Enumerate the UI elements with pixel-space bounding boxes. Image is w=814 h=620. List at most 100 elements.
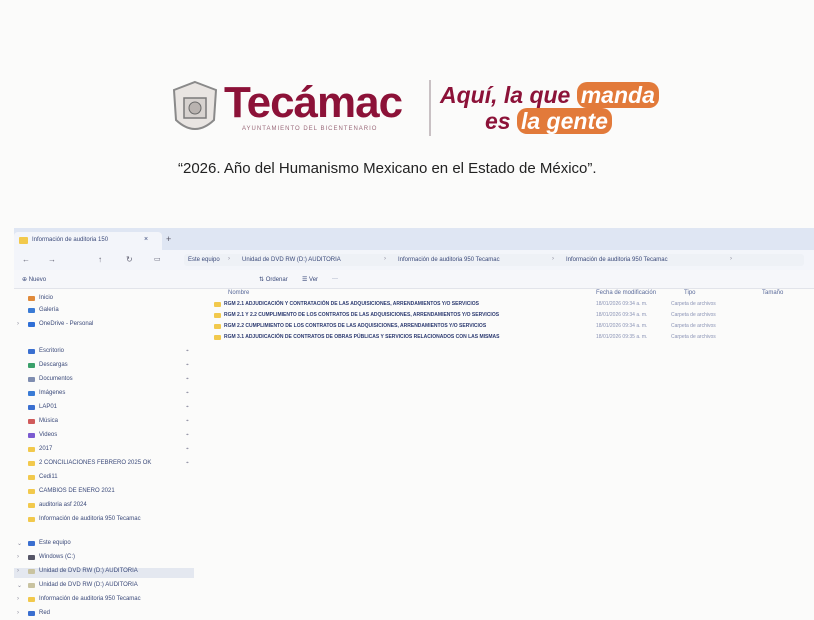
sidebar-item[interactable]: Escritorio ⌖ <box>14 348 194 358</box>
chevron-icon[interactable]: › <box>17 568 19 574</box>
sidebar-item[interactable]: 2017 ⌖ <box>14 446 194 456</box>
sidebar-item[interactable]: › Windows (C:) <box>14 554 194 564</box>
sidebar-item[interactable]: Galería <box>14 307 194 317</box>
folder-icon <box>28 569 35 574</box>
sidebar-item[interactable]: Información de auditoria 950 Tecamac <box>14 516 194 526</box>
column-header-name[interactable]: Nombre <box>228 290 249 296</box>
file-name: RGM 2.1 ADJUDICACIÓN Y CONTRATACIÓN DE L… <box>224 301 479 307</box>
folder-icon <box>214 335 221 340</box>
chevron-icon[interactable]: › <box>17 610 19 616</box>
pin-icon: ⌖ <box>186 376 189 382</box>
folder-icon <box>28 517 35 522</box>
file-name: RGM 3.1 ADJUDICACIÓN DE CONTRATOS DE OBR… <box>224 334 500 340</box>
tab-information-folder[interactable]: Información de auditoria 150 × <box>14 232 162 250</box>
sidebar-item-label: Este equipo <box>39 540 71 546</box>
sidebar-item[interactable]: › OneDrive - Personal <box>14 321 194 331</box>
folder-icon <box>214 302 221 307</box>
sidebar-item-label: OneDrive - Personal <box>39 321 94 327</box>
close-tab-button[interactable]: × <box>144 236 148 243</box>
sidebar-item[interactable]: 2 CONCILIACIONES FEBRERO 2025 OK ⌖ <box>14 460 194 470</box>
file-row[interactable]: RGM 2.2 CUMPLIMIENTO DE LOS CONTRATOS DE… <box>214 323 814 333</box>
sidebar-item[interactable]: ⌄ Este equipo <box>14 540 194 550</box>
slogan-line-2: es la gente <box>485 108 612 135</box>
pin-icon: ⌖ <box>186 362 189 368</box>
file-type: Carpeta de archivos <box>671 323 716 329</box>
title-bar: Información de auditoria 150 × + <box>14 228 814 250</box>
address-bar: ← → ↑ ↻ ▭ Este equipo › Unidad de DVD RW… <box>14 250 814 270</box>
new-tab-button[interactable]: + <box>166 234 171 244</box>
sidebar-item[interactable]: ⌄ Unidad de DVD RW (D:) AUDITORIA <box>14 582 194 592</box>
sidebar-item[interactable]: CAMBIOS DE ENERO 2021 <box>14 488 194 498</box>
sort-button[interactable]: ⇅ Ordenar <box>259 276 288 283</box>
new-button[interactable]: ⊕ Nuevo <box>22 276 46 283</box>
sidebar-item-label: Unidad de DVD RW (D:) AUDITORIA <box>39 582 138 588</box>
breadcrumb-item[interactable]: Información de auditoria 950 Tecamac <box>398 257 500 263</box>
sidebar-item[interactable]: Inicio <box>14 295 194 305</box>
sidebar-item-label: LAP01 <box>39 404 58 410</box>
file-list: Nombre Fecha de modificación Tipo Tamaño… <box>214 290 814 620</box>
sidebar-item[interactable]: Videos ⌖ <box>14 432 194 442</box>
sidebar-item[interactable]: auditoria asf 2024 <box>14 502 194 512</box>
folder-icon <box>214 313 221 318</box>
sidebar-item-label: Red <box>39 610 51 616</box>
back-button[interactable]: ← <box>22 255 30 264</box>
breadcrumb-item[interactable]: Unidad de DVD RW (D:) AUDITORIA <box>242 257 341 263</box>
navigation-pane: Inicio Galería › OneDrive - Personal Escrito… <box>14 289 194 619</box>
sidebar-item[interactable]: Música ⌖ <box>14 418 194 428</box>
file-date: 18/01/2026 09:34 a. m. <box>596 323 648 329</box>
column-header-size[interactable]: Tamaño <box>762 290 783 296</box>
up-button[interactable]: ↑ <box>98 255 102 264</box>
folder-icon <box>28 308 35 313</box>
file-row[interactable]: RGM 2.1 ADJUDICACIÓN Y CONTRATACIÓN DE L… <box>214 301 814 311</box>
chevron-right-icon: › <box>730 256 732 262</box>
sidebar-item[interactable]: Imágenes ⌖ <box>14 390 194 400</box>
slogan-line-1: Aquí, la que manda <box>440 82 659 109</box>
sidebar-item[interactable]: Descargas ⌖ <box>14 362 194 372</box>
sidebar-item-label: auditoria asf 2024 <box>39 502 87 508</box>
chevron-icon[interactable]: ⌄ <box>17 540 22 547</box>
refresh-button[interactable]: ↻ <box>126 255 133 264</box>
sidebar-item[interactable]: › Información de auditoria 950 Tecamac <box>14 596 194 606</box>
chevron-icon[interactable]: › <box>17 321 19 327</box>
folder-icon <box>214 324 221 329</box>
file-row[interactable]: RGM 2.1 Y 2.2 CUMPLIMIENTO DE LOS CONTRA… <box>214 312 814 322</box>
folder-icon <box>28 583 35 588</box>
pin-icon: ⌖ <box>186 348 189 354</box>
column-header-date[interactable]: Fecha de modificación <box>596 290 656 296</box>
folder-icon <box>28 433 35 438</box>
pin-icon: ⌖ <box>186 390 189 396</box>
slogan-text: es <box>485 108 517 134</box>
sidebar-item[interactable]: LAP01 ⌖ <box>14 404 194 414</box>
chevron-icon[interactable]: › <box>17 596 19 602</box>
folder-icon <box>19 237 28 244</box>
sidebar-item[interactable]: › Unidad de DVD RW (D:) AUDITORIA <box>14 568 194 578</box>
more-options-button[interactable]: ··· <box>332 276 338 282</box>
view-button[interactable]: ☰ Ver <box>302 276 318 283</box>
file-type: Carpeta de archivos <box>671 312 716 318</box>
sidebar-item[interactable]: Documentos ⌖ <box>14 376 194 386</box>
folder-icon <box>28 363 35 368</box>
file-row[interactable]: RGM 3.1 ADJUDICACIÓN DE CONTRATOS DE OBR… <box>214 334 814 344</box>
monitor-icon[interactable]: ▭ <box>154 255 161 263</box>
sidebar-item-label: Unidad de DVD RW (D:) AUDITORIA <box>39 568 138 574</box>
pin-icon: ⌖ <box>186 418 189 424</box>
slogan-highlight: la gente <box>516 108 612 134</box>
chevron-icon[interactable]: ⌄ <box>17 582 22 589</box>
sidebar-item-label: Inicio <box>39 295 54 301</box>
sidebar-item[interactable]: Cedi11 <box>14 474 194 484</box>
breadcrumb-item[interactable]: Este equipo <box>188 257 220 263</box>
chevron-icon[interactable]: › <box>17 554 19 560</box>
view-label: Ver <box>309 277 319 283</box>
sort-label: Ordenar <box>265 277 288 283</box>
file-name: RGM 2.2 CUMPLIMIENTO DE LOS CONTRATOS DE… <box>224 323 487 329</box>
forward-button[interactable]: → <box>48 255 56 264</box>
column-header-type[interactable]: Tipo <box>684 290 695 296</box>
sidebar-item-label: Documentos <box>39 376 73 382</box>
sidebar-item-label: Windows (C:) <box>39 554 76 560</box>
pin-icon: ⌖ <box>186 404 189 410</box>
breadcrumb-item[interactable]: Información de auditoria 950 Tecamac <box>566 257 668 263</box>
pin-icon: ⌖ <box>186 460 189 466</box>
folder-icon <box>28 489 35 494</box>
folder-icon <box>28 461 35 466</box>
chevron-right-icon: › <box>552 256 554 262</box>
